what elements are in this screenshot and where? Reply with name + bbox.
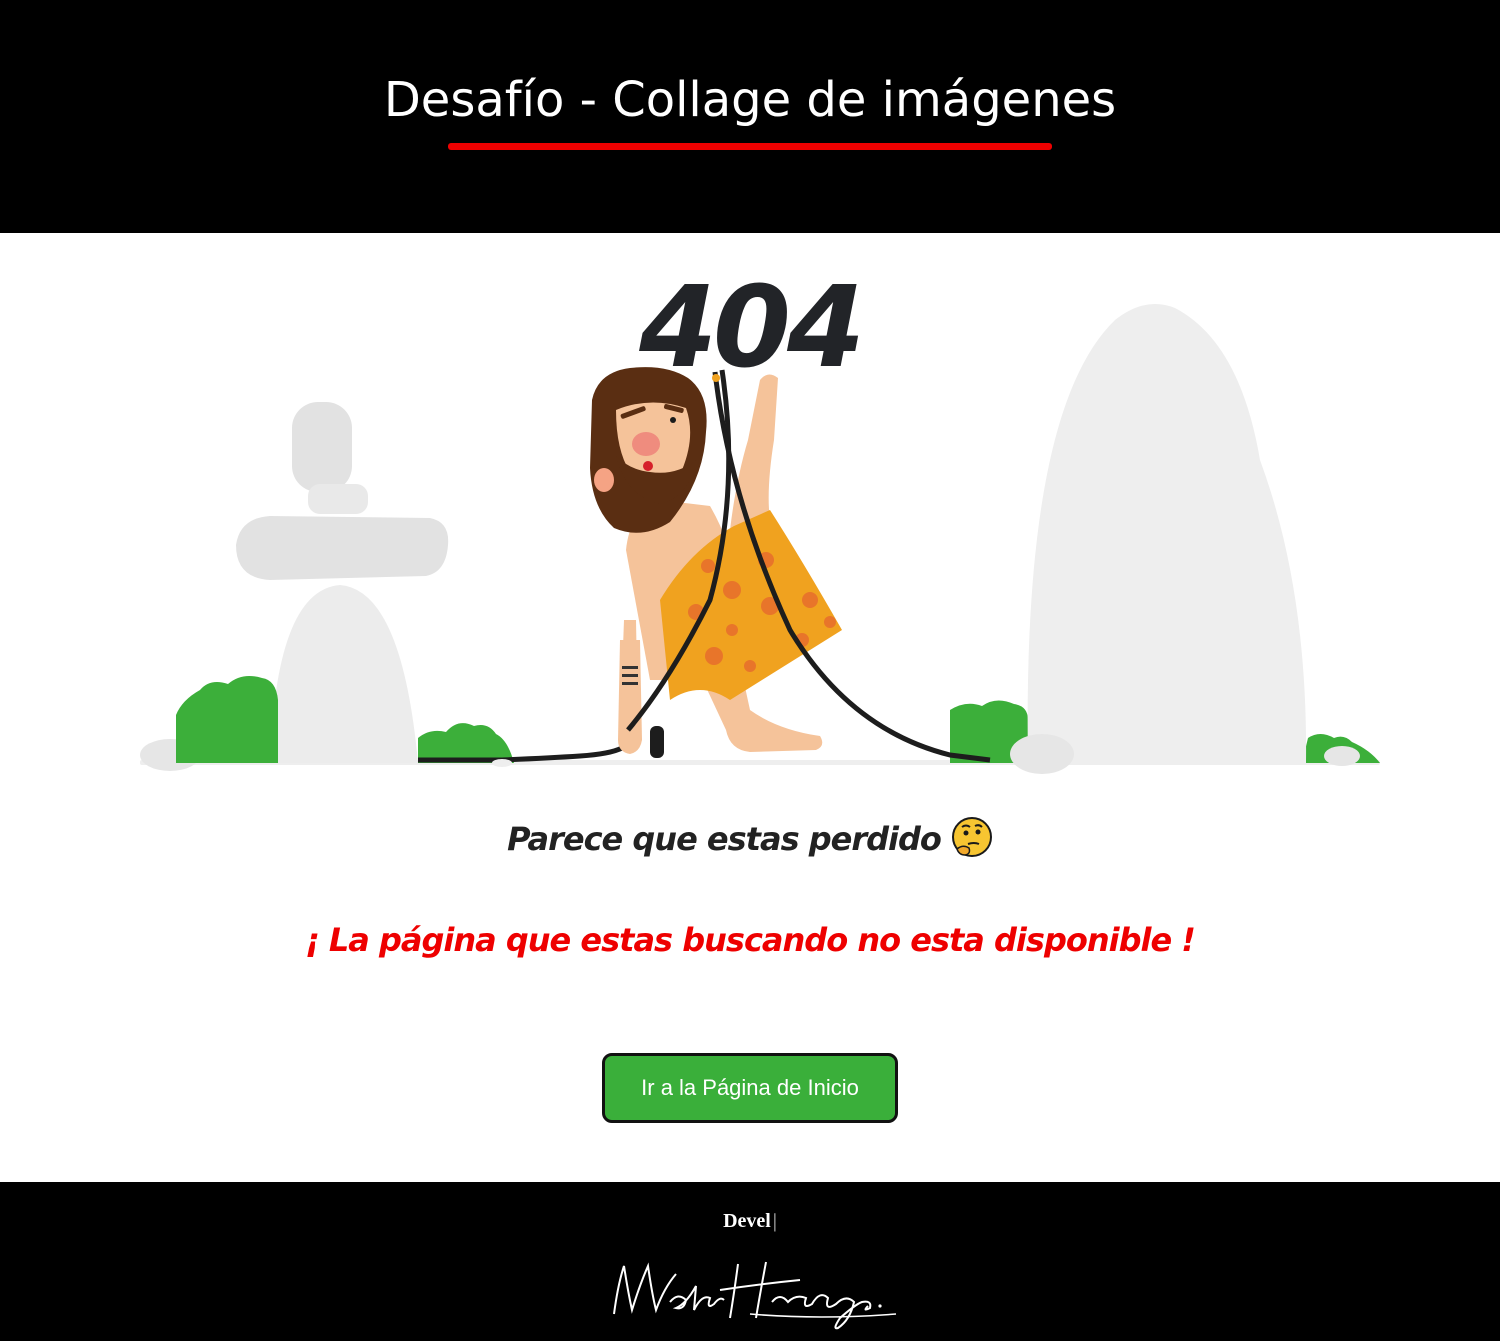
go-home-button[interactable]: Ir a la Página de Inicio [602,1053,898,1123]
tall-stone [1027,304,1307,763]
page-header: Desafío - Collage de imágenes [0,0,1500,233]
error-code: 404 [638,263,861,393]
devel-separator: | [772,1210,777,1232]
caveman-404-illustration: 404 [140,263,1380,774]
footer-devel-label: Devel | [0,1210,1500,1233]
lost-message: Parece que estas perdido [0,817,1500,862]
title-underline [448,143,1052,150]
signature-logo [613,1261,897,1330]
caveman [590,367,991,763]
lost-message-text: Parece que estas perdido [507,820,942,858]
unavailable-message: ¡ La página que estas buscando no esta d… [305,921,1196,959]
page-title: Desafío - Collage de imágenes [383,72,1117,128]
page-footer: Devel | [0,1182,1500,1341]
devel-text: Devel [723,1210,771,1232]
thinking-face-icon [951,817,992,857]
